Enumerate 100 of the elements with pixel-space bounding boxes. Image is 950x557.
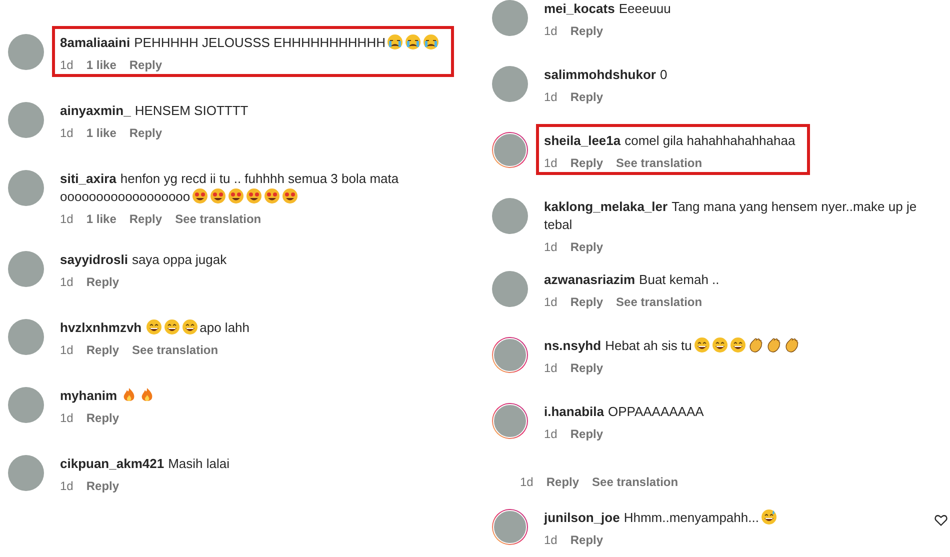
like-count: 1 like <box>86 58 116 72</box>
meta-link[interactable]: See translation <box>592 474 678 489</box>
meta-link[interactable]: See translation <box>175 212 262 226</box>
timestamp: 1d <box>544 360 558 375</box>
meta-link[interactable]: Reply <box>570 360 604 375</box>
grin-emoji-icon <box>146 319 162 335</box>
avatar[interactable] <box>492 66 528 102</box>
avatar[interactable] <box>492 198 528 234</box>
meta-link[interactable]: Reply <box>570 90 604 104</box>
avatar[interactable] <box>492 270 528 307</box>
username[interactable]: i.hanabila <box>544 404 604 419</box>
username[interactable]: salimmohdshukor <box>544 67 656 82</box>
clap-emoji-icon <box>766 336 782 353</box>
comment-text: Eeeeuuu <box>618 1 671 16</box>
username[interactable]: mei_kocats <box>544 1 615 16</box>
timestamp: 1d <box>520 474 534 489</box>
meta-link[interactable]: Reply <box>570 24 604 38</box>
meta-link[interactable]: Reply <box>546 474 580 489</box>
meta-link[interactable]: Reply <box>86 479 120 493</box>
comment-text: Buat kemah .. <box>639 272 720 287</box>
comment-text: Hhmm..menyampahh... <box>624 510 759 525</box>
timestamp: 1d <box>60 212 74 226</box>
username[interactable]: azwanasriazim <box>544 272 636 287</box>
avatar[interactable] <box>492 0 528 36</box>
avatar[interactable] <box>8 387 44 423</box>
meta-link[interactable]: See translation <box>616 156 702 170</box>
username[interactable]: 8amaliaaini <box>60 35 130 50</box>
comment-text: Tang mana yang hensem nyer..make up je <box>672 199 917 214</box>
comment-text: Hebat ah sis tu <box>605 338 692 353</box>
username[interactable]: siti_axira <box>60 171 116 186</box>
username[interactable]: myhanim <box>60 388 118 403</box>
comment-text: HENSEM SIOTTTT <box>134 103 248 118</box>
meta-link[interactable]: Reply <box>129 58 162 72</box>
like-count: 1 like <box>86 212 116 226</box>
comment-text: comel gila hahahhahahhahaa <box>624 133 796 148</box>
meta-link[interactable]: Reply <box>86 411 120 425</box>
comment-text: OPPAAAAAAAA <box>608 404 704 419</box>
timestamp: 1d <box>544 240 558 254</box>
username[interactable]: sayyidrosli <box>60 252 128 267</box>
star-eyes-emoji-icon <box>282 188 298 204</box>
meta-link[interactable]: Reply <box>570 533 604 547</box>
crying-emoji-icon <box>405 34 422 50</box>
timestamp: 1d <box>544 294 558 309</box>
timestamp: 1d <box>544 90 558 104</box>
username[interactable]: cikpuan_akm421 <box>60 456 164 471</box>
meta-link[interactable]: Reply <box>570 240 604 254</box>
avatar[interactable] <box>8 251 44 287</box>
username[interactable]: junilson_joe <box>544 510 620 525</box>
grin-emoji-icon <box>164 319 180 335</box>
like-count: 1 like <box>86 126 116 140</box>
meta-link[interactable]: Reply <box>129 212 162 226</box>
star-eyes-emoji-icon <box>192 188 208 204</box>
avatar[interactable] <box>8 102 44 138</box>
crying-emoji-icon <box>387 34 404 50</box>
meta-link[interactable]: See translation <box>132 343 218 357</box>
star-eyes-emoji-icon <box>246 188 262 204</box>
timestamp: 1d <box>60 479 74 493</box>
star-eyes-emoji-icon <box>210 188 226 204</box>
meta-link[interactable]: Reply <box>86 343 120 357</box>
meta-link[interactable]: Reply <box>129 126 162 140</box>
comment-text: saya oppa jugak <box>132 252 227 267</box>
crying-emoji-icon <box>423 34 440 50</box>
timestamp: 1d <box>60 58 74 72</box>
grin-emoji-icon <box>694 336 710 353</box>
meta-link[interactable]: See translation <box>616 294 702 309</box>
timestamp: 1d <box>544 24 558 38</box>
comment-text: henfon yg recd ii tu .. fuhhhh semua 3 bola mata <box>120 171 399 186</box>
avatar[interactable] <box>492 509 528 545</box>
avatar[interactable] <box>8 170 44 206</box>
timestamp: 1d <box>60 343 74 357</box>
username[interactable]: ns.nsyhd <box>544 338 602 353</box>
avatar[interactable] <box>8 319 44 355</box>
avatar[interactable] <box>8 455 44 491</box>
meta-link[interactable]: Reply <box>570 426 604 441</box>
comment-text: Masih lalai <box>168 456 230 471</box>
timestamp: 1d <box>60 411 74 425</box>
timestamp: 1d <box>544 156 558 170</box>
comment-text: 0 <box>660 67 668 82</box>
avatar[interactable] <box>492 402 528 439</box>
meta-link[interactable]: Reply <box>570 156 604 170</box>
timestamp: 1d <box>60 126 74 140</box>
meta-link[interactable]: Reply <box>86 275 120 289</box>
username[interactable]: ainyaxmin_ <box>60 103 131 118</box>
timestamp: 1d <box>544 533 558 547</box>
comment-text: PEHHHHH JELOUSSS EHHHHHHHHHHH <box>134 35 386 50</box>
heart-icon[interactable] <box>934 513 948 527</box>
avatar[interactable] <box>492 336 528 373</box>
avatar[interactable] <box>492 132 528 168</box>
username[interactable]: sheila_lee1a <box>544 133 621 148</box>
username[interactable]: hvzlxnhmzvh <box>60 320 142 335</box>
meta-link[interactable]: Reply <box>570 294 604 309</box>
timestamp: 1d <box>60 275 74 289</box>
grin-emoji-icon <box>730 336 746 353</box>
username[interactable]: kaklong_melaka_ler <box>544 199 668 214</box>
comment-text: oooooooooooooooooo <box>60 189 190 204</box>
avatar[interactable] <box>8 34 44 70</box>
star-eyes-emoji-icon <box>228 188 244 204</box>
comment-text: tebal <box>544 217 572 232</box>
timestamp: 1d <box>544 426 558 441</box>
clap-emoji-icon <box>748 336 764 353</box>
